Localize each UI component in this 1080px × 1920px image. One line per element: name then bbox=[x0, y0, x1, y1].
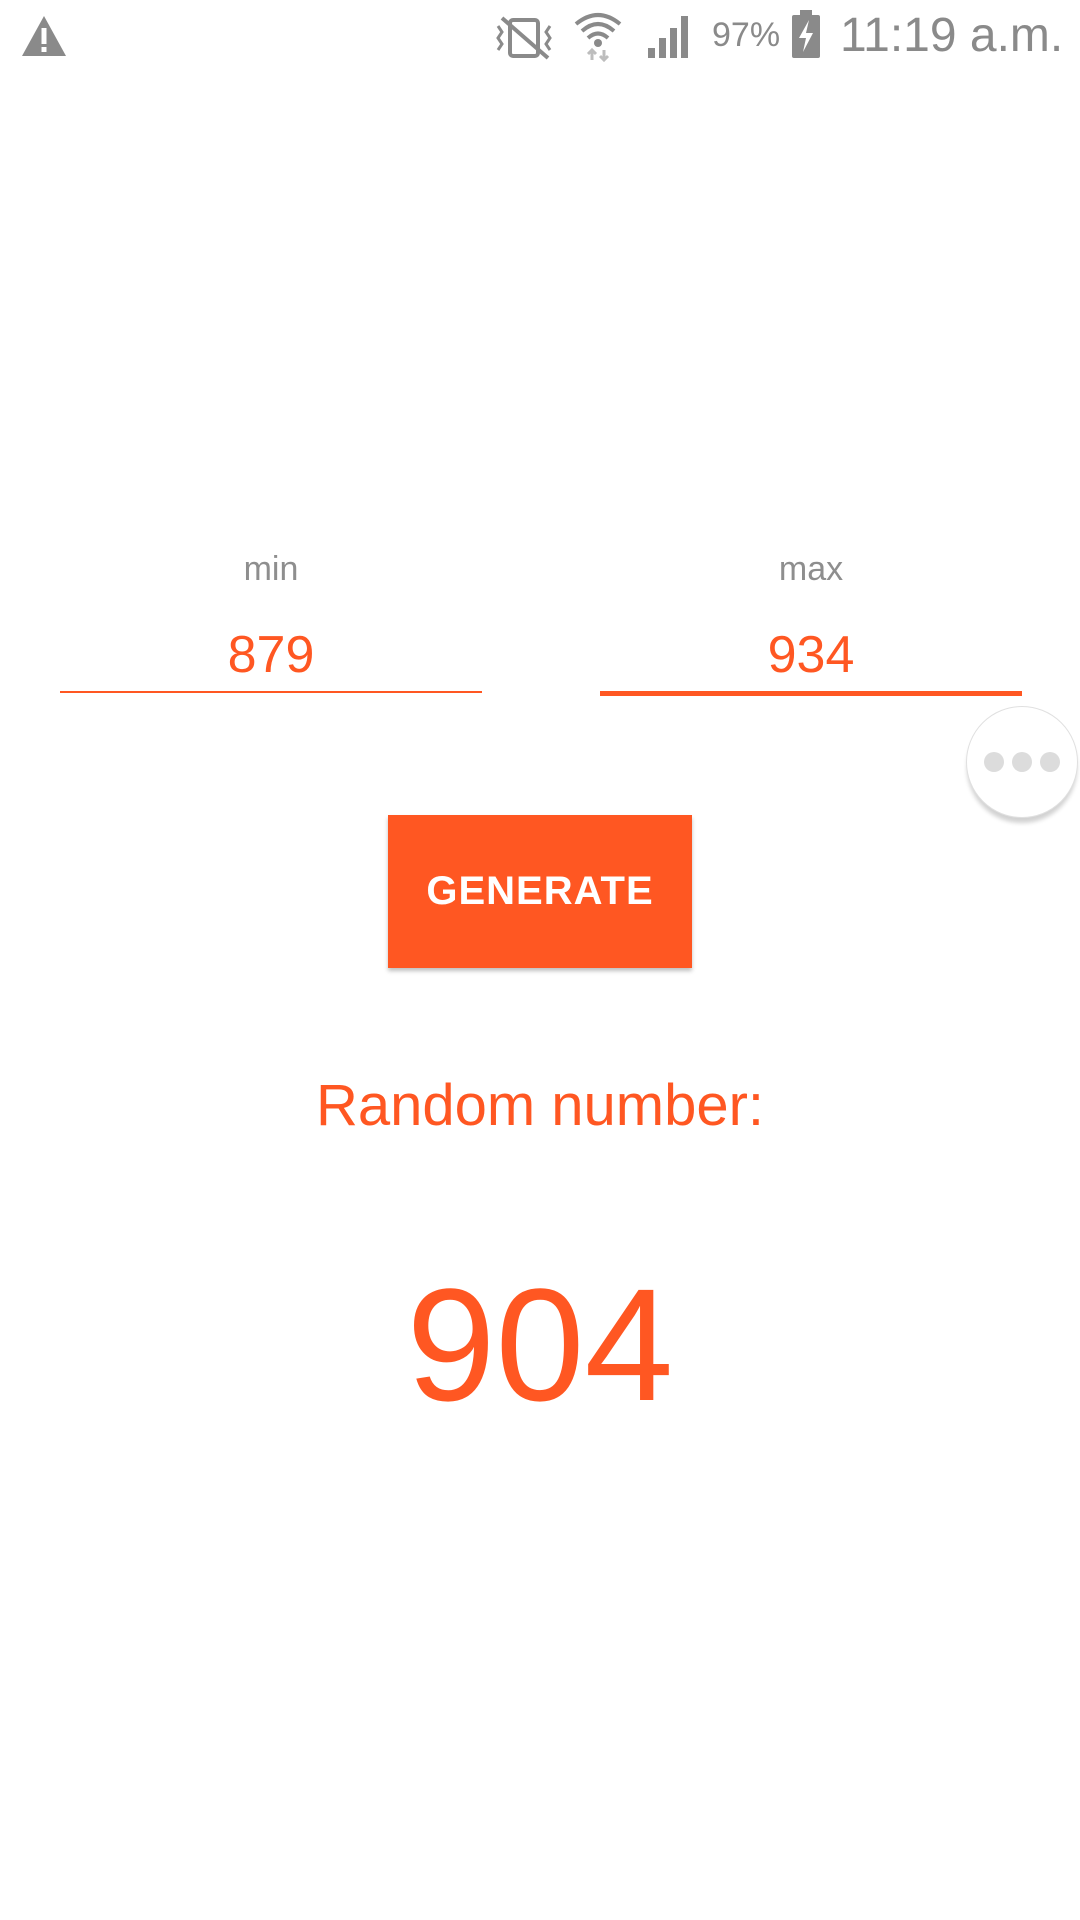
max-underline bbox=[600, 691, 1022, 696]
menu-dot bbox=[984, 752, 1004, 772]
result-label: Random number: bbox=[315, 1073, 765, 1138]
generate-button[interactable]: GENERATE bbox=[388, 815, 692, 968]
signal-icon bbox=[648, 16, 688, 58]
more-dots-icon[interactable] bbox=[966, 706, 1078, 818]
menu-dot bbox=[1012, 752, 1032, 772]
min-underline bbox=[60, 691, 482, 693]
warning-icon bbox=[22, 16, 66, 56]
status-bar: 97% 11:19 a.m. bbox=[0, 0, 1080, 75]
result-value: 904 bbox=[406, 1255, 674, 1434]
max-label: max bbox=[778, 550, 844, 588]
max-input[interactable]: 934 bbox=[600, 625, 1022, 685]
menu-dot bbox=[1040, 752, 1060, 772]
screen: 97% 11:19 a.m. min 879 max 934 GENERATE … bbox=[0, 0, 1080, 1920]
battery-percent: 97% bbox=[712, 16, 781, 54]
wifi-icon bbox=[574, 13, 622, 62]
battery-charging-icon bbox=[792, 10, 820, 58]
min-label: min bbox=[243, 550, 299, 588]
min-input[interactable]: 879 bbox=[60, 625, 482, 685]
clock: 11:19 a.m. bbox=[840, 9, 1064, 62]
vibrate-off-icon bbox=[496, 16, 552, 60]
